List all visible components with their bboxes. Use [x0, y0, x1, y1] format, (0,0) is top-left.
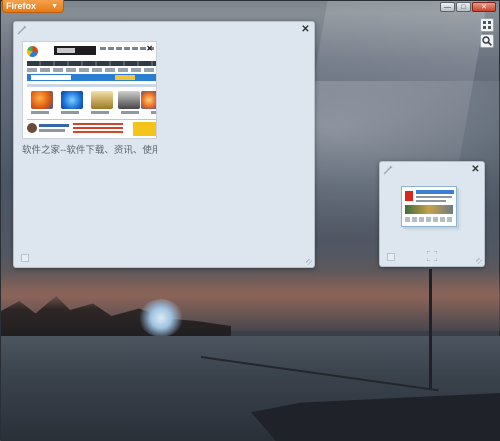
thumb-image [405, 205, 453, 214]
firefox-menu-button[interactable]: Firefox ▼ [2, 0, 64, 13]
thumb-line [416, 196, 452, 198]
article-title [39, 124, 69, 127]
close-group-button[interactable]: ✕ [471, 164, 480, 175]
background-boat-mast [429, 269, 432, 389]
app-icon-browser [141, 91, 156, 109]
app-labels [31, 111, 156, 114]
window-controls: — □ ✕ [440, 2, 496, 13]
tab-thumbnail[interactable]: ✕ [22, 41, 157, 139]
divider [27, 119, 156, 120]
close-icon: ✕ [301, 24, 310, 35]
exit-tab-groups-button[interactable] [480, 18, 494, 32]
avatar [27, 123, 37, 133]
thumb-line [416, 200, 446, 202]
app-icon-package [91, 91, 113, 109]
site-search-bar [27, 74, 156, 81]
tab-title[interactable]: 软件之家--软件下载、资讯、使用技巧 [22, 142, 157, 156]
site-banner [54, 46, 96, 55]
maximize-button[interactable]: □ [456, 2, 471, 12]
resize-handle[interactable] [306, 259, 312, 265]
thumb-logo [405, 191, 413, 201]
tab-group[interactable]: ✕ [379, 161, 485, 267]
expand-stack-icon[interactable] [427, 251, 437, 261]
minimize-icon: — [444, 3, 451, 11]
tab-group[interactable]: ✕ ✕ 软件之家--软件下载、资讯、使用技巧 [13, 21, 315, 268]
search-tabs-button[interactable] [480, 34, 494, 48]
close-icon: ✕ [481, 3, 487, 11]
new-tab-icon[interactable] [21, 254, 29, 262]
site-logo [27, 46, 38, 57]
close-tab-button[interactable]: ✕ [146, 44, 153, 53]
firefox-menu-label: Firefox [6, 1, 37, 11]
close-group-button[interactable]: ✕ [301, 24, 310, 35]
app-icon-ie [61, 91, 83, 109]
new-tab-icon[interactable] [387, 253, 395, 261]
background-sun [139, 299, 183, 337]
close-icon: ✕ [146, 44, 153, 53]
article-text [39, 129, 65, 132]
news-links [73, 123, 123, 135]
pencil-icon[interactable] [383, 165, 393, 175]
minimize-button[interactable]: — [440, 2, 455, 12]
grid-view-icon [483, 21, 491, 29]
maximize-icon: □ [461, 3, 466, 11]
close-icon: ✕ [471, 164, 480, 175]
section-header [27, 84, 156, 87]
site-nav [27, 61, 156, 66]
pencil-icon[interactable] [17, 25, 27, 35]
thumb-footer [405, 217, 453, 222]
thumb-header [416, 190, 454, 194]
chevron-down-icon: ▼ [51, 3, 58, 10]
ad-banner [133, 122, 156, 136]
app-icon-firefox [31, 91, 53, 109]
search-icon [482, 36, 492, 46]
site-subnav [27, 68, 156, 72]
resize-handle[interactable] [476, 258, 482, 264]
app-icon-tool [118, 91, 140, 109]
close-window-button[interactable]: ✕ [472, 2, 496, 12]
stacked-tab-thumbnail[interactable] [401, 186, 457, 227]
